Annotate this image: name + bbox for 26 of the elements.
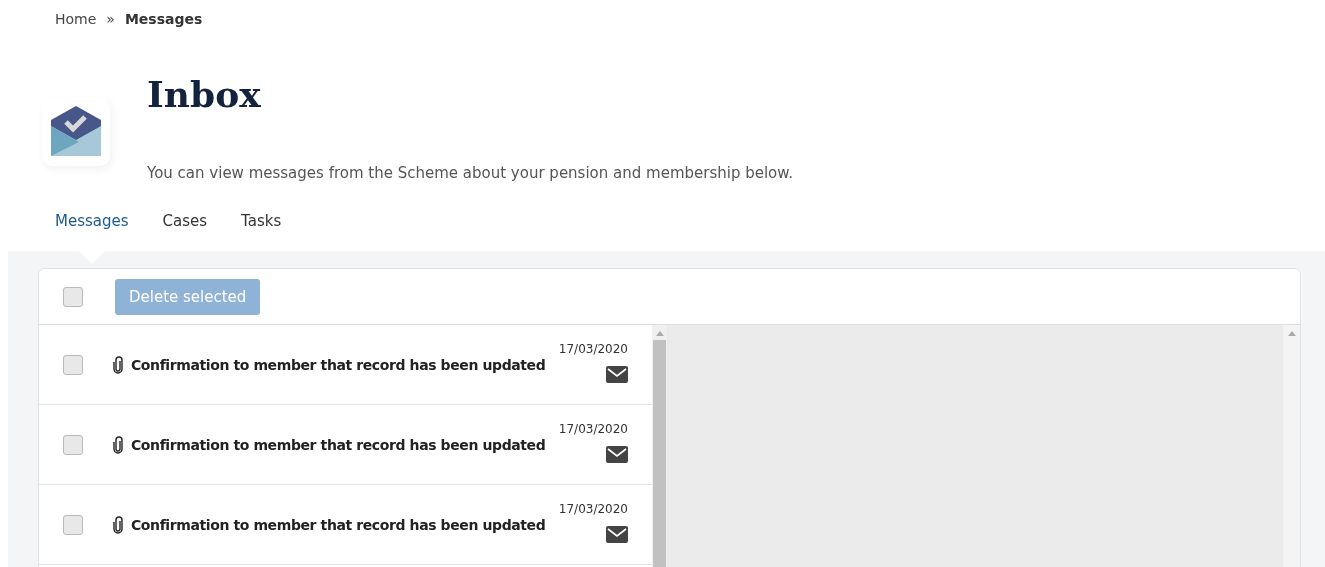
message-date: 17/03/2020	[558, 502, 628, 516]
page-description: You can view messages from the Scheme about your pension and membership below.	[147, 164, 793, 182]
message-checkbox[interactable]	[63, 514, 83, 535]
message-row[interactable]: Confirmation to member that record has been updated 17/03/2020	[39, 485, 652, 565]
breadcrumb-current: Messages	[124, 11, 203, 29]
tab[interactable]: Tasks	[229, 212, 294, 245]
breadcrumb-item[interactable]: Home	[55, 11, 97, 30]
select-all-checkbox[interactable]	[63, 286, 83, 307]
envelope-icon	[606, 526, 628, 543]
envelope-icon	[606, 446, 628, 463]
scrollbar[interactable]	[652, 325, 667, 567]
page-title: Inbox	[147, 72, 262, 117]
envelope-icon	[606, 366, 628, 383]
message-date: 17/03/2020	[558, 422, 628, 436]
message-row[interactable]: Confirmation to member that record has been updated 17/03/2020	[39, 405, 652, 485]
scrollbar[interactable]	[1283, 325, 1300, 567]
message-date: 17/03/2020	[558, 342, 628, 356]
message-subject: Confirmation to member that record has been updated	[131, 436, 546, 453]
message-subject: Confirmation to member that record has been updated	[131, 356, 546, 373]
tab[interactable]: Cases	[150, 212, 220, 245]
message-subject: Confirmation to member that record has been updated	[131, 516, 546, 533]
message-row[interactable]: Confirmation to member that record has been updated 17/03/2020	[39, 325, 652, 405]
envelope-check-icon	[49, 106, 103, 158]
message-checkbox[interactable]	[63, 434, 83, 455]
message-checkbox[interactable]	[63, 354, 83, 375]
breadcrumb-item[interactable]: »	[106, 11, 115, 30]
